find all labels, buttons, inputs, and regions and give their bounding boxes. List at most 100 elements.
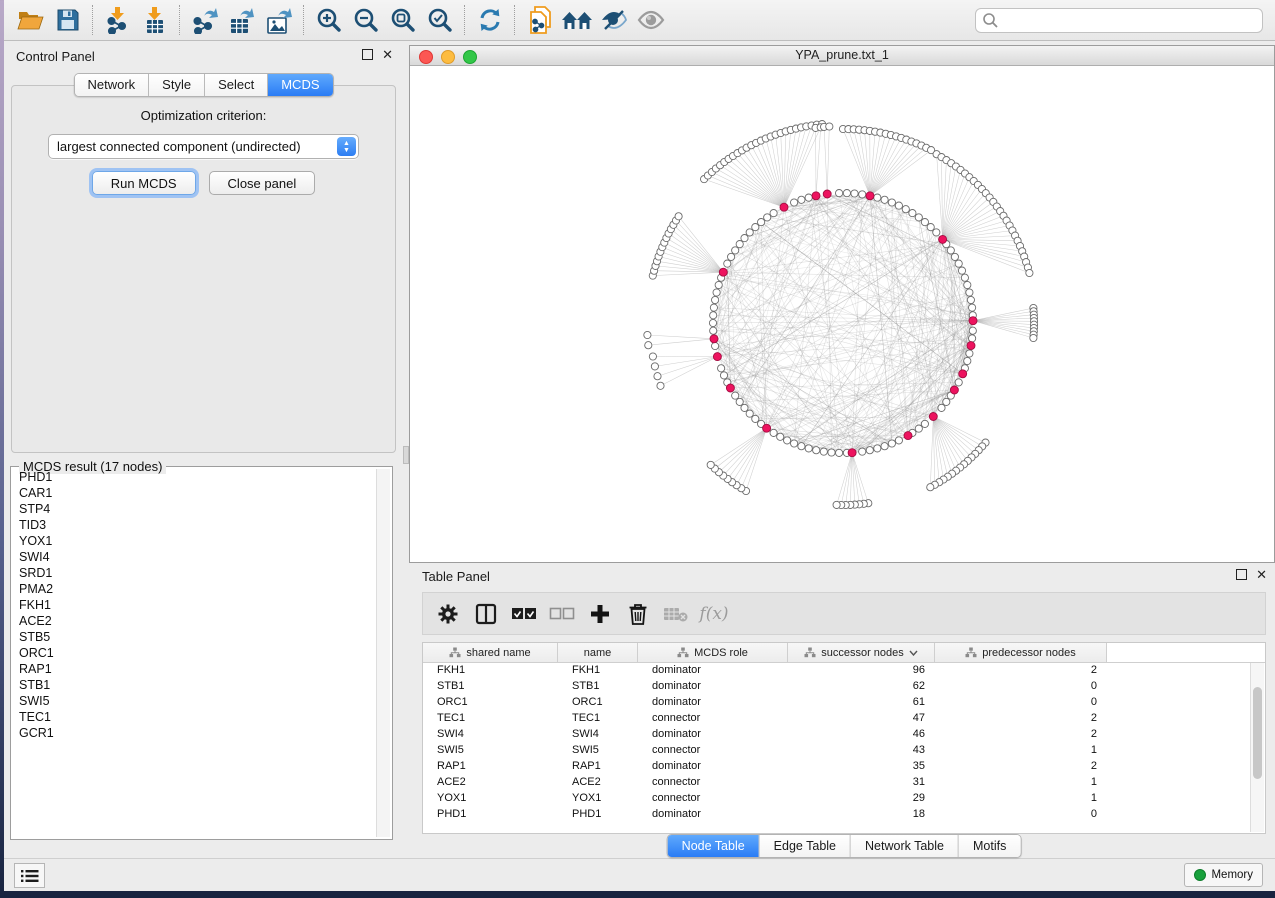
zoom-selected-icon[interactable] bbox=[421, 3, 458, 37]
mcds-result-item[interactable]: SRD1 bbox=[13, 565, 376, 581]
mcds-result-box: MCDS result (17 nodes) PHD1CAR1STP4TID3Y… bbox=[10, 466, 393, 840]
close-panel-icon[interactable]: ✕ bbox=[382, 50, 393, 59]
close-panel-button[interactable]: Close panel bbox=[209, 171, 316, 195]
search-box[interactable] bbox=[975, 8, 1263, 33]
hide-selected-icon[interactable] bbox=[595, 3, 632, 37]
table-row[interactable]: FKH1FKH1dominator962 bbox=[423, 663, 1265, 679]
minimize-window-icon[interactable] bbox=[441, 50, 455, 64]
select-first-neighbors-icon[interactable] bbox=[558, 3, 595, 37]
mcds-hub-node[interactable] bbox=[763, 424, 771, 432]
mcds-result-item[interactable]: CAR1 bbox=[13, 485, 376, 501]
memory-button[interactable]: Memory bbox=[1184, 863, 1263, 887]
close-panel-icon[interactable]: ✕ bbox=[1256, 570, 1267, 579]
table-row[interactable]: SWI4SWI4dominator462 bbox=[423, 727, 1265, 743]
float-panel-icon[interactable] bbox=[362, 49, 373, 60]
mcds-result-item[interactable]: SWI4 bbox=[13, 549, 376, 565]
mcds-hub-node[interactable] bbox=[713, 353, 721, 361]
mcds-result-list[interactable]: PHD1CAR1STP4TID3YOX1SWI4SRD1PMA2FKH1ACE2… bbox=[13, 469, 376, 837]
tab-style[interactable]: Style bbox=[149, 74, 205, 96]
mcds-hub-node[interactable] bbox=[929, 413, 937, 421]
mcds-hub-node[interactable] bbox=[866, 192, 874, 200]
mcds-hub-node[interactable] bbox=[780, 203, 788, 211]
table-scrollbar-thumb[interactable] bbox=[1253, 687, 1262, 779]
table-options-gear-icon[interactable] bbox=[429, 599, 467, 629]
mcds-hub-node[interactable] bbox=[812, 192, 820, 200]
run-mcds-button[interactable]: Run MCDS bbox=[92, 171, 196, 195]
mcds-result-item[interactable]: SWI5 bbox=[13, 693, 376, 709]
mcds-result-item[interactable]: ORC1 bbox=[13, 645, 376, 661]
network-canvas[interactable] bbox=[410, 66, 1274, 562]
mcds-result-item[interactable]: PMA2 bbox=[13, 581, 376, 597]
export-table-icon[interactable] bbox=[223, 3, 260, 37]
search-input[interactable] bbox=[999, 9, 1262, 31]
close-window-icon[interactable] bbox=[419, 50, 433, 64]
tab-network[interactable]: Network bbox=[74, 74, 149, 96]
delete-column-icon[interactable] bbox=[619, 599, 657, 629]
column-header-shared_name[interactable]: shared name bbox=[423, 643, 558, 662]
float-panel-icon[interactable] bbox=[1236, 569, 1247, 580]
mcds-result-item[interactable]: TID3 bbox=[13, 517, 376, 533]
zoom-in-icon[interactable] bbox=[310, 3, 347, 37]
add-column-icon[interactable] bbox=[581, 599, 619, 629]
import-network-icon[interactable] bbox=[99, 3, 136, 37]
column-header-predecessors[interactable]: predecessor nodes bbox=[935, 643, 1107, 662]
table-row[interactable]: ACE2ACE2connector311 bbox=[423, 775, 1265, 791]
refresh-view-icon[interactable] bbox=[471, 3, 508, 37]
table-body[interactable]: FKH1FKH1dominator962STB1STB1dominator620… bbox=[423, 663, 1265, 823]
mcds-result-item[interactable]: YOX1 bbox=[13, 533, 376, 549]
mcds-hub-node[interactable] bbox=[959, 370, 967, 378]
select-all-icon[interactable] bbox=[505, 599, 543, 629]
table-scrollbar[interactable] bbox=[1250, 663, 1264, 832]
tab-node-table[interactable]: Node Table bbox=[668, 835, 760, 857]
mcds-result-item[interactable]: STP4 bbox=[13, 501, 376, 517]
mcds-hub-node[interactable] bbox=[939, 235, 947, 243]
maximize-window-icon[interactable] bbox=[463, 50, 477, 64]
mcds-hub-node[interactable] bbox=[848, 449, 856, 457]
column-header-successors[interactable]: successor nodes bbox=[788, 643, 935, 662]
task-history-button[interactable] bbox=[14, 863, 45, 888]
mcds-result-item[interactable]: RAP1 bbox=[13, 661, 376, 677]
tab-edge-table[interactable]: Edge Table bbox=[760, 835, 851, 857]
mcds-hub-node[interactable] bbox=[967, 342, 975, 350]
table-row[interactable]: TEC1TEC1connector472 bbox=[423, 711, 1265, 727]
mcds-result-scrollbar[interactable] bbox=[376, 469, 390, 837]
column-header-role[interactable]: MCDS role bbox=[638, 643, 788, 662]
table-row[interactable]: YOX1YOX1connector291 bbox=[423, 791, 1265, 807]
mcds-hub-node[interactable] bbox=[710, 335, 718, 343]
mcds-result-item[interactable]: PHD1 bbox=[13, 469, 376, 485]
deselect-all-icon[interactable] bbox=[543, 599, 581, 629]
optimization-criterion-dropdown[interactable]: largest connected component (undirected)… bbox=[48, 134, 359, 159]
save-session-icon[interactable] bbox=[49, 3, 86, 37]
tab-mcds[interactable]: MCDS bbox=[268, 74, 332, 96]
table-row[interactable]: PHD1PHD1dominator180 bbox=[423, 807, 1265, 823]
show-columns-icon[interactable] bbox=[467, 599, 505, 629]
open-session-icon[interactable] bbox=[12, 3, 49, 37]
mcds-hub-node[interactable] bbox=[823, 190, 831, 198]
table-row[interactable]: STB1STB1dominator620 bbox=[423, 679, 1265, 695]
mcds-hub-node[interactable] bbox=[719, 268, 727, 276]
mcds-hub-node[interactable] bbox=[904, 432, 912, 440]
mcds-result-item[interactable]: FKH1 bbox=[13, 597, 376, 613]
tab-select[interactable]: Select bbox=[205, 74, 268, 96]
network-graph[interactable] bbox=[410, 66, 1274, 562]
tab-motifs[interactable]: Motifs bbox=[959, 835, 1020, 857]
export-image-icon[interactable] bbox=[260, 3, 297, 37]
mcds-result-item[interactable]: STB5 bbox=[13, 629, 376, 645]
new-network-from-selection-icon[interactable] bbox=[521, 3, 558, 37]
import-table-icon[interactable] bbox=[136, 3, 173, 37]
export-network-icon[interactable] bbox=[186, 3, 223, 37]
zoom-fit-icon[interactable] bbox=[384, 3, 421, 37]
column-header-name[interactable]: name bbox=[558, 643, 638, 662]
table-row[interactable]: RAP1RAP1dominator352 bbox=[423, 759, 1265, 775]
zoom-out-icon[interactable] bbox=[347, 3, 384, 37]
mcds-hub-node[interactable] bbox=[950, 386, 958, 394]
mcds-result-item[interactable]: TEC1 bbox=[13, 709, 376, 725]
mcds-result-item[interactable]: STB1 bbox=[13, 677, 376, 693]
mcds-result-item[interactable]: ACE2 bbox=[13, 613, 376, 629]
table-row[interactable]: ORC1ORC1dominator610 bbox=[423, 695, 1265, 711]
mcds-hub-node[interactable] bbox=[726, 384, 734, 392]
tab-network-table[interactable]: Network Table bbox=[851, 835, 959, 857]
mcds-result-item[interactable]: GCR1 bbox=[13, 725, 376, 741]
table-row[interactable]: SWI5SWI5connector431 bbox=[423, 743, 1265, 759]
mcds-hub-node[interactable] bbox=[969, 317, 977, 325]
